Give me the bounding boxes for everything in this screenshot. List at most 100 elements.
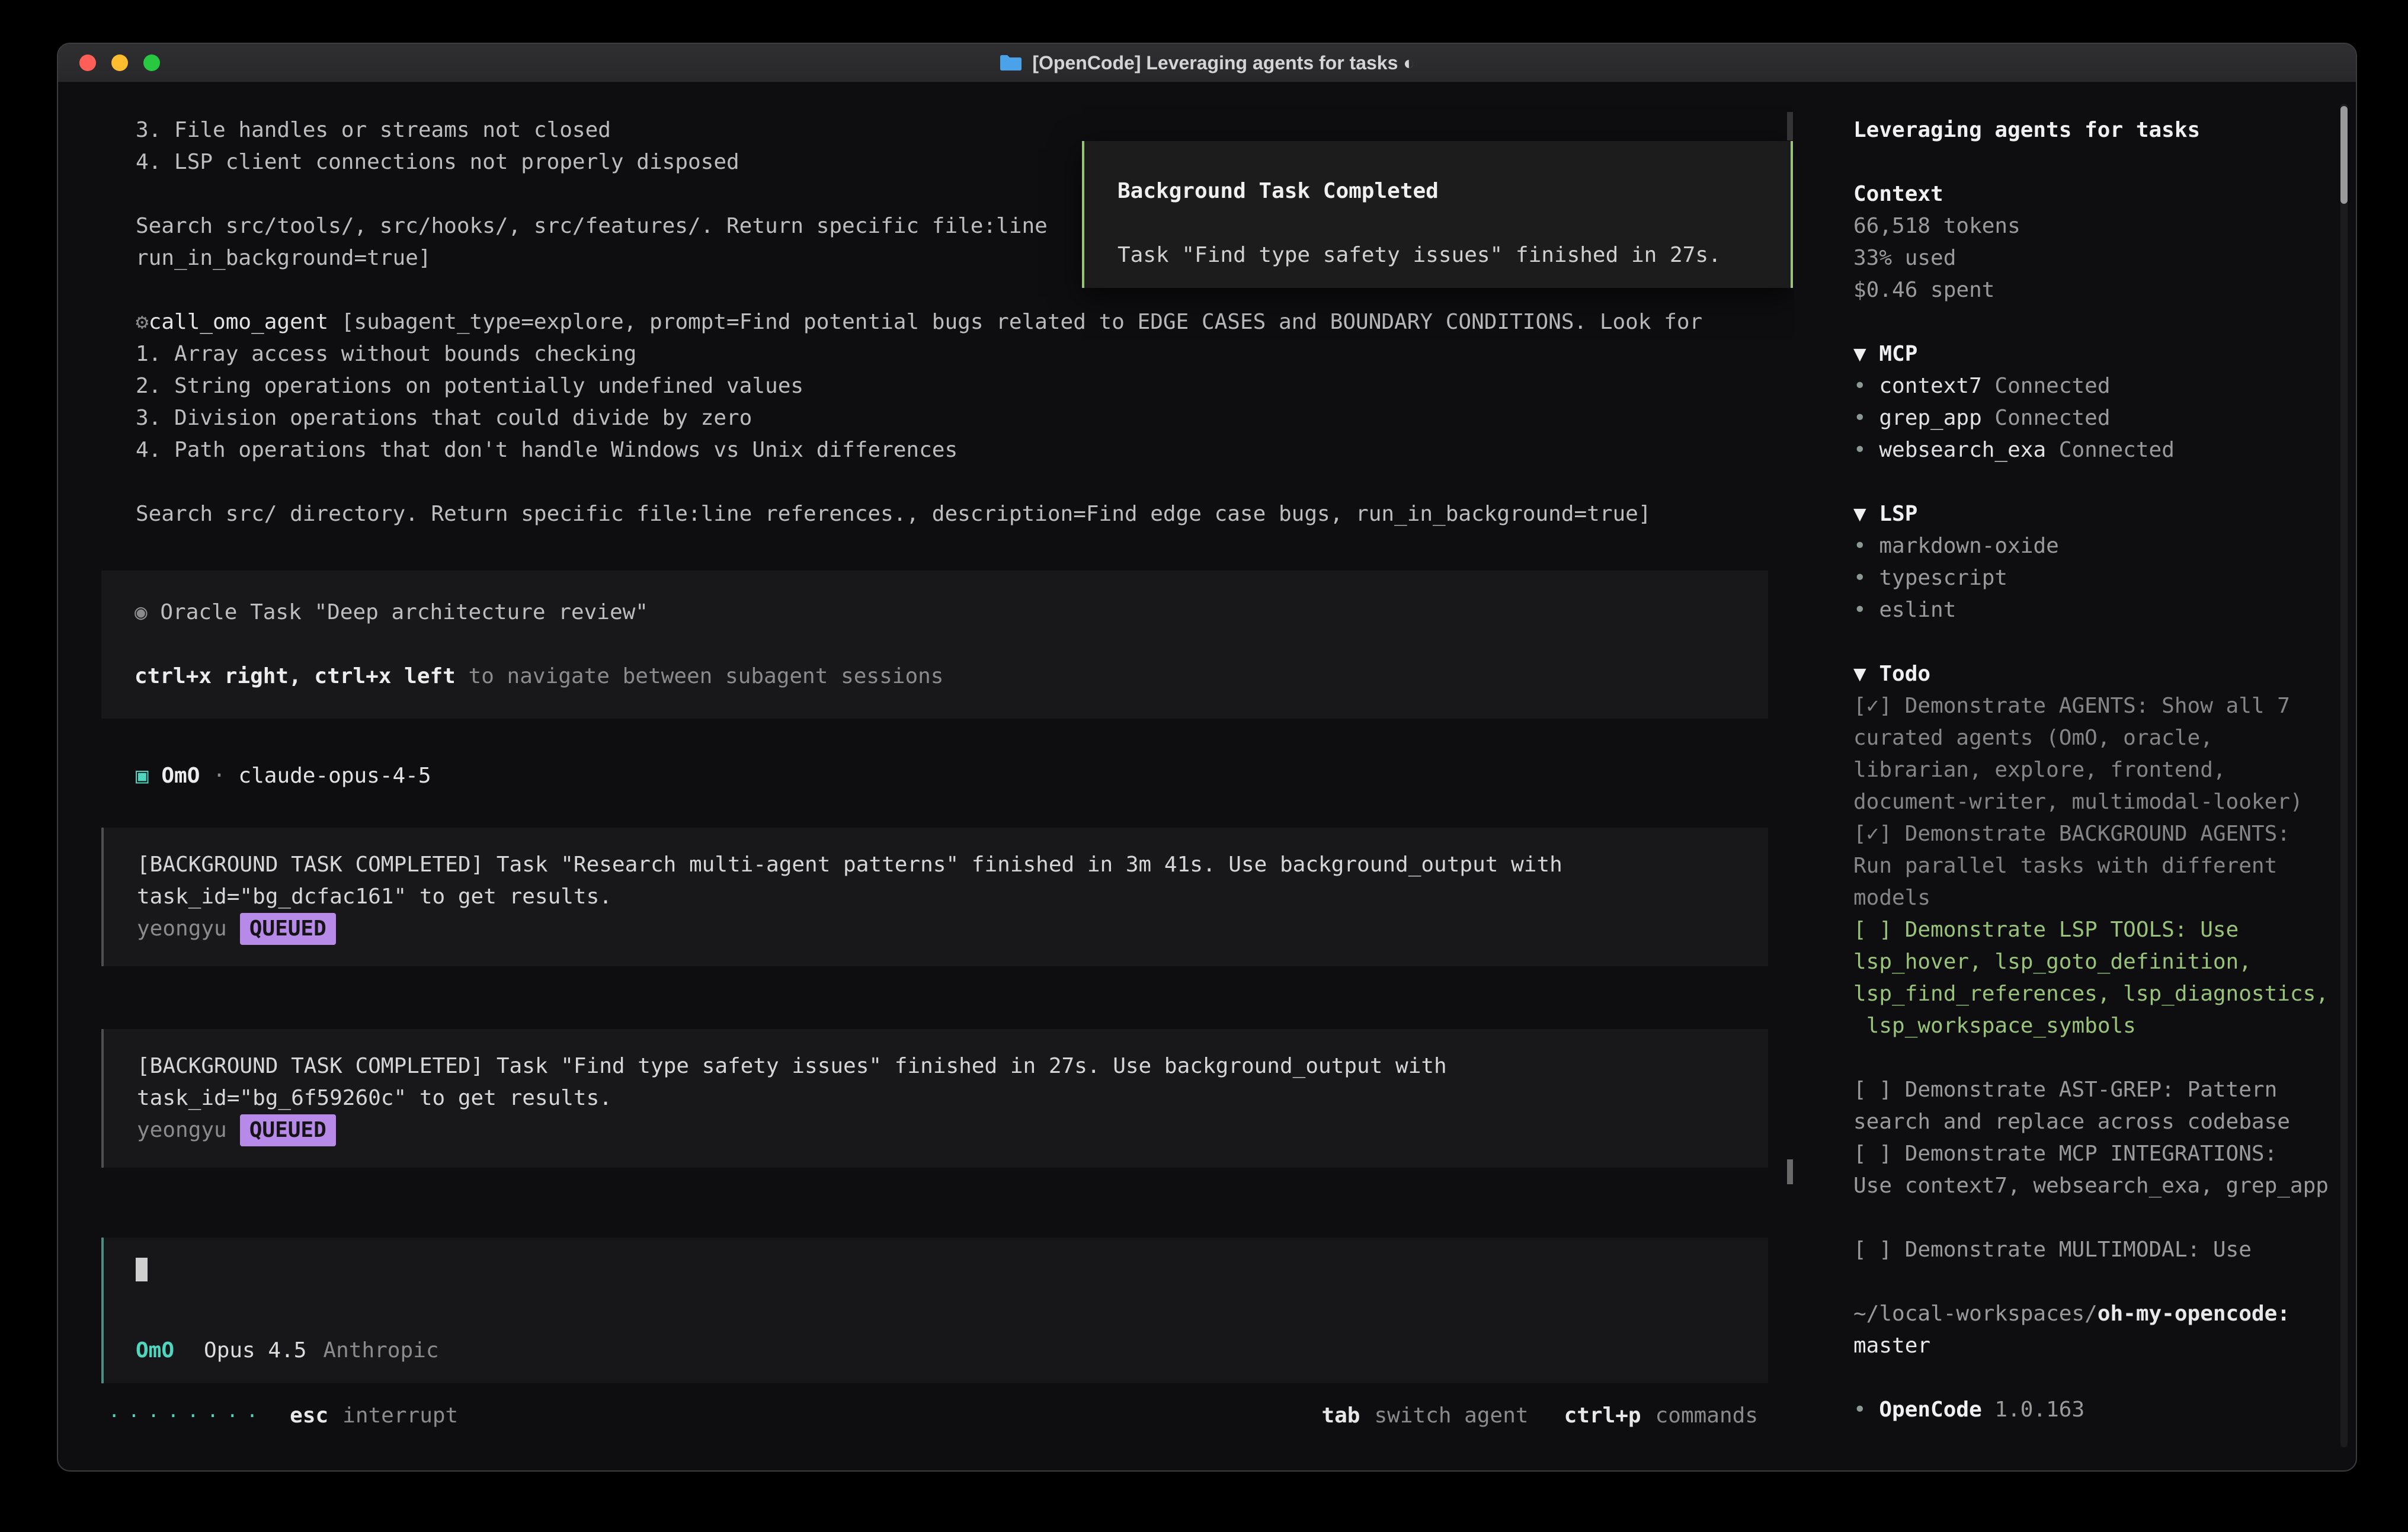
context-header: Context (1853, 178, 2342, 210)
context-spent: $0.46 spent (1853, 274, 2342, 306)
context-used: 33% used (1853, 242, 2342, 274)
mcp-status: Connected (2046, 438, 2175, 462)
model-row: OmOOpus 4.5Anthropic (136, 1335, 1768, 1367)
tool-output-line: 1. Array access without bounds checking (58, 338, 1794, 370)
status-bar: ········ esc interrupt tab switch agent … (58, 1400, 1794, 1432)
mcp-header-label: MCP (1879, 342, 1917, 366)
todo-item-active: [ ] Demonstrate LSP TOOLS: Use lsp_hover… (1853, 914, 2342, 1042)
scrollbar-thumb[interactable] (1787, 112, 1793, 140)
session-sidebar: Leveraging agents for tasks Context 66,5… (1794, 82, 2356, 1471)
tool-output-line: 2. String operations on potentially unde… (58, 370, 1794, 402)
lsp-item: • eslint (1853, 594, 2342, 626)
active-agent-label: OmO (136, 1338, 174, 1363)
message-footer: yeongyu QUEUED (104, 913, 1768, 945)
separator-dot: · (200, 764, 238, 788)
tool-output-line: Search src/ directory. Return specific f… (58, 498, 1794, 530)
minimize-button[interactable] (111, 55, 128, 71)
bullet-icon: • (1853, 598, 1879, 622)
oracle-task-title: ◉ Oracle Task "Deep architecture review" (101, 597, 1768, 629)
zoom-button[interactable] (143, 55, 160, 71)
ctrl-p-key-hint: ctrl+p (1564, 1400, 1641, 1432)
agent-name: OmO (149, 764, 200, 788)
workspace-branch: master (1853, 1330, 2342, 1362)
message-footer: yeongyuQUEUED (104, 1114, 1768, 1146)
tool-args: [subagent_type=explore, prompt=Find pote… (328, 310, 1702, 334)
mcp-section-header[interactable]: ▼ MCP (1853, 338, 2342, 370)
tool-output-line: 4. Path operations that don't handle Win… (58, 434, 1794, 466)
subagent-nav-hint: ctrl+x right, ctrl+x left to navigate be… (101, 661, 1768, 693)
mcp-name: grep_app (1879, 406, 1981, 430)
blank-line (101, 629, 1768, 661)
window-title: [OpenCode] Leveraging agents for tasks ◐ (1032, 52, 1414, 74)
agent-checkbox-icon: ▣ (136, 764, 149, 788)
workspace-path: ~/local-workspaces/oh-my-opencode: (1853, 1298, 2342, 1330)
chevron-down-icon: ▼ (1853, 662, 1879, 686)
hint-text: to navigate between subagent sessions (456, 664, 944, 688)
oracle-task-panel: ◉ Oracle Task "Deep architecture review"… (101, 571, 1768, 719)
lsp-item: • markdown-oxide (1853, 530, 2342, 562)
window-title-area: [OpenCode] Leveraging agents for tasks ◐ (58, 52, 2356, 74)
lsp-section-header[interactable]: ▼ LSP (1853, 498, 2342, 530)
session-title: Leveraging agents for tasks (1853, 114, 2342, 146)
todo-item-done: [✓] Demonstrate AGENTS: Show all 7 curat… (1853, 690, 2342, 818)
mcp-status: Connected (1982, 406, 2111, 430)
chevron-down-icon: ▼ (1853, 342, 1879, 366)
sidebar-scrollbar-thumb[interactable] (2340, 106, 2348, 204)
gear-icon: ⚙ (136, 310, 149, 334)
sidebar-scrollbar-track[interactable] (2340, 104, 2348, 1447)
background-task-message: [BACKGROUND TASK COMPLETED] Task "Find t… (101, 1029, 1768, 1168)
bullet-icon: • (1853, 1398, 1879, 1422)
context-tokens: 66,518 tokens (1853, 210, 2342, 242)
terminal-window: [OpenCode] Leveraging agents for tasks ◐… (57, 43, 2357, 1472)
tool-call-line: ⚙call_omo_agent [subagent_type=explore, … (58, 306, 1794, 338)
notification-toast: Background Task Completed Task "Find typ… (1082, 141, 1793, 288)
bullet-icon: • (1853, 374, 1879, 398)
todo-item-pending: [ ] Demonstrate MCP INTEGRATIONS: Use co… (1853, 1138, 2342, 1202)
queued-badge: QUEUED (240, 913, 336, 945)
toast-body: Task "Find type safety issues" finished … (1084, 239, 1791, 271)
mcp-name: context7 (1879, 374, 1981, 398)
message-text: task_id="bg_6f59260c" to get results. (104, 1082, 1768, 1114)
lsp-name: markdown-oxide (1879, 534, 2058, 558)
workspace-path-prefix: ~/local-workspaces/ (1853, 1302, 2098, 1326)
message-text: task_id="bg_dcfac161" to get results. (104, 881, 1768, 913)
agent-header: ▣ OmO · claude-opus-4-5 (58, 760, 1794, 792)
lsp-item: • typescript (1853, 562, 2342, 594)
close-button[interactable] (79, 55, 96, 71)
tool-output-line (58, 466, 1794, 498)
scrollbar-thumb[interactable] (1787, 1159, 1793, 1184)
author-name: yeongyu (137, 916, 227, 941)
mcp-item: • websearch_exa Connected (1853, 434, 2342, 466)
blank-line (58, 530, 1794, 562)
spinner-dots: ········ (108, 1400, 266, 1432)
bullet-icon: • (1853, 406, 1879, 430)
text-cursor (136, 1258, 148, 1281)
tab-key-hint: tab (1321, 1400, 1360, 1432)
blank-line (1084, 207, 1791, 239)
todo-item-done: [✓] Demonstrate BACKGROUND AGENTS: Run p… (1853, 818, 2342, 914)
agent-model: claude-opus-4-5 (238, 764, 431, 788)
todo-section-header[interactable]: ▼ Todo (1853, 658, 2342, 690)
chat-pane: 3. File handles or streams not closed 4.… (58, 82, 1794, 1471)
folder-icon (999, 53, 1023, 72)
toast-title: Background Task Completed (1084, 175, 1791, 207)
message-text: [BACKGROUND TASK COMPLETED] Task "Resear… (104, 849, 1768, 881)
mcp-item: • grep_app Connected (1853, 402, 2342, 434)
model-name-label: Opus 4.5 (204, 1338, 306, 1363)
hint-keys: ctrl+x right, ctrl+x left (135, 664, 456, 688)
esc-key-label: interrupt (342, 1400, 458, 1432)
mcp-name: websearch_exa (1879, 438, 2046, 462)
todo-item-pending: [ ] Demonstrate MULTIMODAL: Use (1853, 1234, 2342, 1266)
mcp-item: • context7 Connected (1853, 370, 2342, 402)
esc-key-hint: esc (290, 1400, 328, 1432)
queued-badge: QUEUED (240, 1114, 336, 1146)
lsp-name: eslint (1879, 598, 1956, 622)
prompt-input[interactable]: OmOOpus 4.5Anthropic (101, 1238, 1768, 1383)
app-version: 1.0.163 (1982, 1398, 2084, 1422)
chat-scroll-area[interactable]: 3. File handles or streams not closed 4.… (58, 82, 1794, 1234)
message-text: [BACKGROUND TASK COMPLETED] Task "Find t… (104, 1050, 1768, 1082)
tool-output-line: 3. Division operations that could divide… (58, 402, 1794, 434)
lsp-header-label: LSP (1879, 502, 1917, 526)
tool-name: call_omo_agent (149, 310, 328, 334)
todo-header-label: Todo (1879, 662, 1930, 686)
